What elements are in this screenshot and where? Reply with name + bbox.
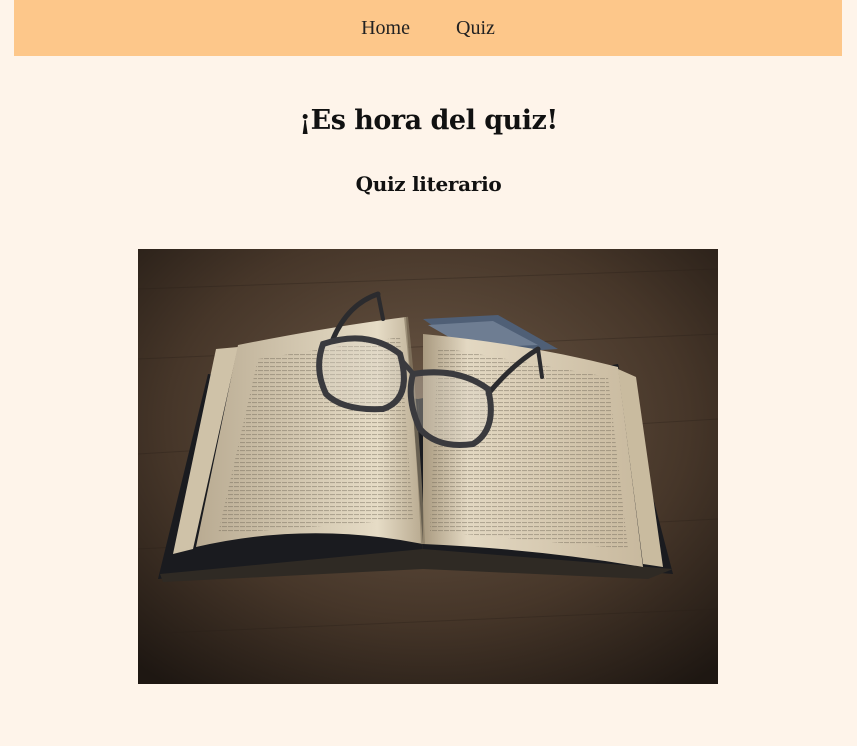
nav-link-home[interactable]: Home	[361, 17, 410, 40]
nav-link-quiz[interactable]: Quiz	[456, 17, 495, 40]
hero-image-book-glasses	[138, 249, 718, 684]
top-navbar: Home Quiz	[14, 0, 842, 56]
page-title: ¡Es hora del quiz!	[299, 105, 558, 136]
page-subtitle: Quiz literario	[355, 172, 502, 196]
